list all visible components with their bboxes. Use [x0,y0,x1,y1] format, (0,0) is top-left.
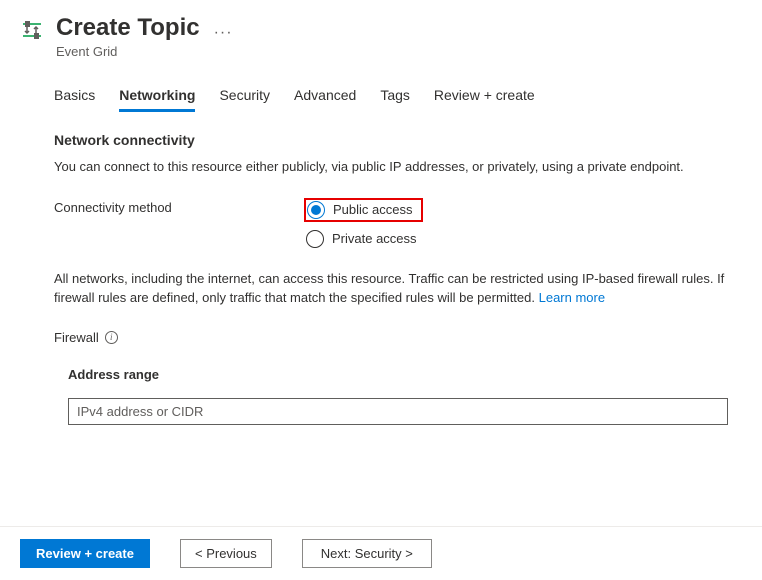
radio-public-access[interactable]: Public access [304,198,423,222]
next-button[interactable]: Next: Security > [302,539,432,568]
info-text: All networks, including the internet, ca… [54,270,728,308]
content-area: Basics Networking Security Advanced Tags… [0,67,762,425]
firewall-label: Firewall [54,330,99,345]
radio-circle-icon [306,230,324,248]
review-create-button[interactable]: Review + create [20,539,150,568]
event-grid-icon [20,18,44,42]
page-title: Create Topic [56,14,200,43]
connectivity-row: Connectivity method Public access Privat… [54,198,728,250]
info-icon[interactable]: i [105,331,118,344]
learn-more-link[interactable]: Learn more [539,290,605,305]
page-header: Create Topic Event Grid ··· [0,0,762,67]
tab-networking[interactable]: Networking [119,87,195,112]
footer-bar: Review + create < Previous Next: Securit… [0,526,762,580]
radio-circle-selected-icon [307,201,325,219]
previous-button[interactable]: < Previous [180,539,272,568]
tab-basics[interactable]: Basics [54,87,95,112]
radio-private-label: Private access [332,231,417,246]
address-range-input[interactable] [68,398,728,425]
connectivity-label: Connectivity method [54,198,304,215]
firewall-row: Firewall i [54,330,728,345]
tab-tags[interactable]: Tags [380,87,410,112]
tab-review[interactable]: Review + create [434,87,535,112]
more-menu-icon[interactable]: ··· [214,14,233,42]
page-subtitle: Event Grid [56,44,200,59]
tabs-bar: Basics Networking Security Advanced Tags… [54,87,728,112]
address-range-label: Address range [68,367,728,382]
section-heading: Network connectivity [54,132,728,148]
connectivity-radio-group: Public access Private access [304,198,423,250]
tab-advanced[interactable]: Advanced [294,87,356,112]
section-description: You can connect to this resource either … [54,158,728,176]
radio-public-label: Public access [333,202,412,217]
tab-security[interactable]: Security [219,87,270,112]
info-text-content: All networks, including the internet, ca… [54,271,724,305]
radio-private-access[interactable]: Private access [304,228,423,250]
address-section: Address range [54,367,728,425]
